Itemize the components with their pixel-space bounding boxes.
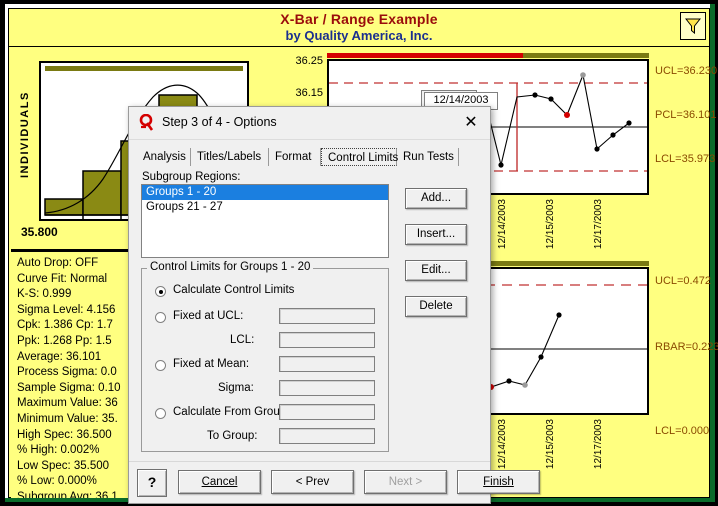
- add-button[interactable]: Add...: [405, 188, 467, 209]
- insert-button[interactable]: Insert...: [405, 224, 467, 245]
- tab-analysis[interactable]: Analysis: [137, 148, 191, 166]
- dialog-tab-strip: Analysis Titles/Labels Format Control Limit…: [137, 148, 482, 168]
- page-title: X-Bar / Range Example: [280, 11, 438, 27]
- prev-button-label: < Prev: [295, 476, 330, 488]
- xbar-lcl-label: LCL=35.973: [655, 153, 716, 165]
- filter-button[interactable]: [680, 12, 706, 40]
- subgroup-regions-list[interactable]: Groups 1 - 20 Groups 21 - 27: [141, 184, 389, 258]
- cancel-button[interactable]: Cancel: [178, 470, 261, 494]
- dialog-body: Analysis Titles/Labels Format Control Limit…: [133, 140, 486, 464]
- date-axis-label: 12/15/2003: [545, 419, 556, 470]
- close-icon[interactable]: ✕: [460, 113, 482, 133]
- next-button: Next >: [364, 470, 447, 494]
- list-item[interactable]: Groups 1 - 20: [142, 185, 388, 200]
- xbar-ucl-label: UCL=36.230: [655, 65, 718, 77]
- to-group-input[interactable]: [279, 428, 375, 444]
- edit-button[interactable]: Edit...: [405, 260, 467, 281]
- date-axis-label: 12/14/2003: [497, 419, 508, 470]
- finish-button[interactable]: Finish: [457, 470, 540, 494]
- finish-button-label: Finish: [483, 476, 514, 488]
- fixed-at-ucl-input[interactable]: [279, 308, 375, 324]
- range-center-label: RBAR=0.223: [655, 341, 718, 353]
- prev-button[interactable]: < Prev: [271, 470, 354, 494]
- radio-fixed-at-mean-label: Fixed at Mean:: [173, 358, 250, 370]
- sigma-label: Sigma:: [218, 382, 254, 394]
- calculate-from-group-input[interactable]: [279, 404, 375, 420]
- dialog-title: Step 3 of 4 - Options: [162, 115, 277, 129]
- tab-run-tests[interactable]: Run Tests: [397, 148, 459, 166]
- radio-calculate-from-group[interactable]: [155, 408, 166, 419]
- radio-calculate-control-limits[interactable]: [155, 286, 166, 297]
- lcl-input[interactable]: [279, 332, 375, 348]
- subgroup-regions-label: Subgroup Regions:: [142, 171, 241, 183]
- radio-fixed-at-mean[interactable]: [155, 360, 166, 371]
- next-button-label: Next >: [388, 476, 423, 488]
- xbar-region-bar-red: [327, 53, 523, 58]
- tab-format[interactable]: Format: [269, 148, 321, 166]
- range-ucl-label: UCL=0.472: [655, 275, 711, 287]
- date-axis-label: 12/17/2003: [593, 199, 604, 250]
- dialog-footer: ? Cancel < Prev Next > Finish: [129, 461, 540, 503]
- sigma-input[interactable]: [279, 380, 375, 396]
- fixed-at-mean-input[interactable]: [279, 356, 375, 372]
- options-dialog: Step 3 of 4 - Options ✕ Analysis Titles/L…: [128, 106, 540, 504]
- dialog-title-bar: Step 3 of 4 - Options ✕: [129, 107, 490, 140]
- report-banner: X-Bar / Range Example by Quality America…: [9, 9, 709, 47]
- date-axis-label: 12/17/2003: [593, 419, 604, 470]
- histogram-x-axis-min-label: 35.800: [21, 225, 58, 239]
- histogram-y-axis-label: INDIVIDUALS: [19, 91, 31, 179]
- tab-control-limits[interactable]: Control Limits: [321, 148, 398, 166]
- page-subtitle: by Quality America, Inc.: [285, 28, 433, 43]
- radio-calculate-control-limits-label: Calculate Control Limits: [173, 284, 295, 296]
- lcl-label: LCL:: [230, 334, 255, 346]
- to-group-label: To Group:: [207, 430, 258, 442]
- xbar-y-tick-top: 36.25: [295, 55, 323, 67]
- list-item[interactable]: Groups 21 - 27: [142, 200, 388, 215]
- control-limits-groupbox-title: Control Limits for Groups 1 - 20: [147, 261, 314, 273]
- xbar-region-bar-olive: [523, 53, 649, 58]
- window-edge-right: [710, 4, 715, 502]
- delete-button[interactable]: Delete: [405, 296, 467, 317]
- cancel-button-label: Cancel: [201, 476, 238, 488]
- date-axis-label: 12/14/2003: [497, 199, 508, 250]
- help-button[interactable]: ?: [137, 469, 167, 497]
- funnel-icon: [685, 18, 701, 35]
- quality-america-icon: [139, 114, 154, 131]
- radio-fixed-at-ucl[interactable]: [155, 312, 166, 323]
- range-lcl-label: LCL=0.000: [655, 425, 710, 437]
- xbar-y-tick-mid: 36.15: [295, 87, 323, 99]
- tab-titles-labels[interactable]: Titles/Labels: [191, 148, 269, 166]
- xbar-center-label: PCL=36.101: [655, 109, 717, 121]
- radio-calculate-from-group-label: Calculate From Group:: [173, 406, 290, 418]
- date-axis-label: 12/15/2003: [545, 199, 556, 250]
- radio-fixed-at-ucl-label: Fixed at UCL:: [173, 310, 244, 322]
